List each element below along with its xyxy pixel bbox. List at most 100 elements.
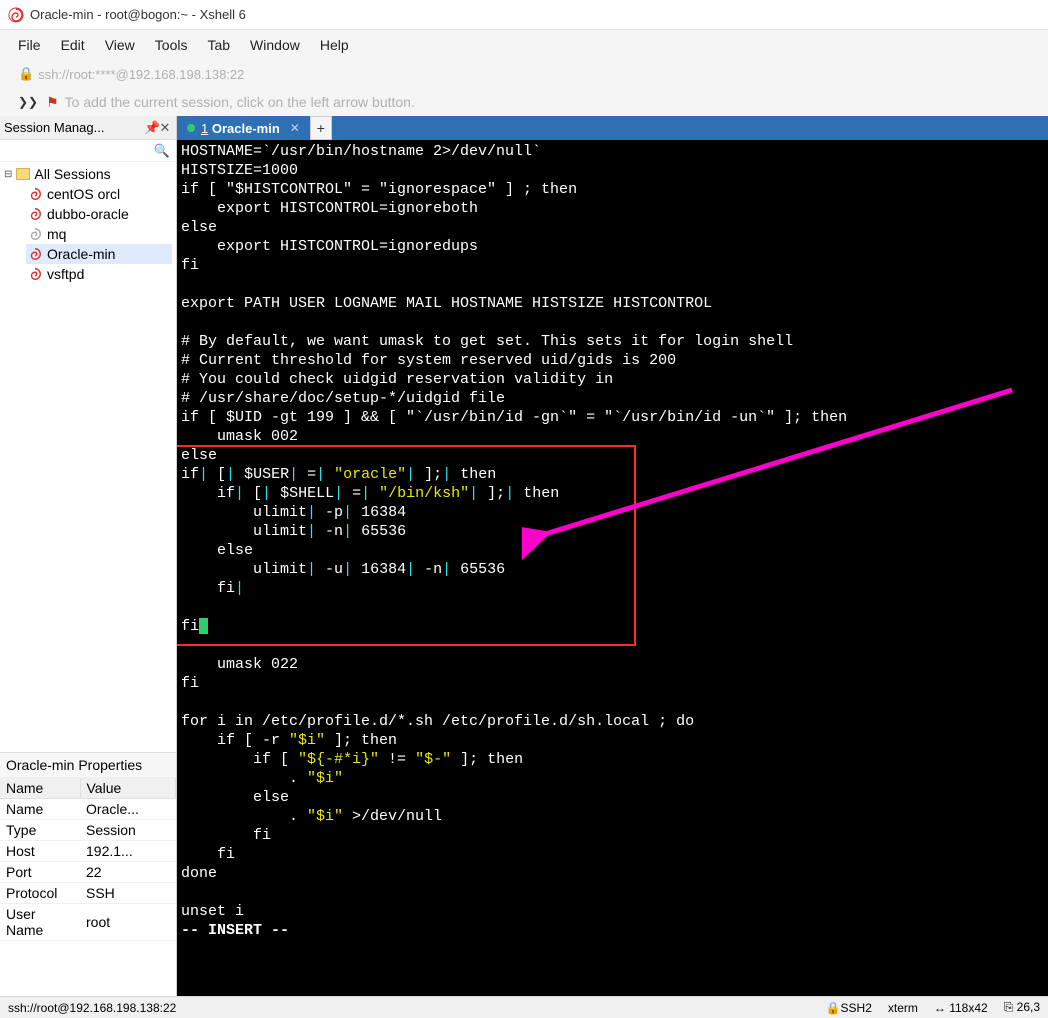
property-row: TypeSession [0,820,176,841]
properties-table: Name Value NameOracle...TypeSessionHost1… [0,778,176,941]
terminal[interactable]: HOSTNAME=`/usr/bin/hostname 2>/dev/null`… [177,140,1048,996]
expand-icon[interactable]: ⊟ [4,169,12,180]
session-icon [28,187,42,201]
terminal-line [181,275,1044,294]
status-pos: 26,3 [1017,1000,1040,1014]
terminal-line: else [181,218,1044,237]
terminal-line: if| [| $SHELL| =| "/bin/ksh"| ];| then [181,484,1044,503]
status-dot-icon [187,124,195,132]
tree-root[interactable]: ⊟ All Sessions [4,166,172,182]
terminal-line: # By default, we want umask to get set. … [181,332,1044,351]
terminal-line: export PATH USER LOGNAME MAIL HOSTNAME H… [181,294,1044,313]
terminal-line: if| [| $USER| =| "oracle"| ];| then [181,465,1044,484]
content-area: 1 Oracle-min ✕ + HOSTNAME=`/usr/bin/host… [177,116,1048,996]
terminal-line: fi| [181,579,1044,598]
terminal-line: fi [181,845,1044,864]
prop-value: SSH [80,883,176,904]
prop-value: root [80,904,176,941]
terminal-line: ulimit| -u| 16384| -n| 65536 [181,560,1044,579]
tipbar: ❯❯ ⚑ To add the current session, click o… [0,88,1048,116]
window-title: Oracle-min - root@bogon:~ - Xshell 6 [30,7,246,22]
tabs: 1 Oracle-min ✕ + [177,116,1048,140]
panel-title: Session Manag... [4,120,144,135]
menu-view[interactable]: View [105,37,135,53]
terminal-line [181,313,1044,332]
terminal-line: . "$i" [181,769,1044,788]
menubar: File Edit View Tools Tab Window Help [0,30,1048,60]
cursor [199,618,208,634]
tab-number: 1 [201,121,208,136]
property-row: Port22 [0,862,176,883]
titlebar: Oracle-min - root@bogon:~ - Xshell 6 [0,0,1048,30]
tab-oracle-min[interactable]: 1 Oracle-min ✕ [177,116,310,140]
property-row: User Nameroot [0,904,176,941]
prop-name: Protocol [0,883,80,904]
close-panel-icon[interactable]: ✕ [158,120,172,136]
prop-header-value: Value [80,778,176,799]
menu-help[interactable]: Help [320,37,349,53]
terminal-line: export HISTCONTROL=ignoreboth [181,199,1044,218]
status-size: 118x42 [949,1001,987,1015]
terminal-line: ulimit| -n| 65536 [181,522,1044,541]
session-item[interactable]: centOS orcl [26,184,172,204]
terminal-line: fi [181,617,1044,636]
tip-text: To add the current session, click on the… [65,94,415,110]
terminal-line: umask 002 [181,427,1044,446]
terminal-line [181,598,1044,617]
session-item[interactable]: vsftpd [26,264,172,284]
session-item[interactable]: mq [26,224,172,244]
address-url: ssh://root:****@192.168.198.138:22 [38,67,244,82]
session-item[interactable]: Oracle-min [26,244,172,264]
prop-value: Oracle... [80,799,176,820]
folder-icon [16,168,30,180]
session-label: mq [47,226,66,242]
statusbar: ssh://root@192.168.198.138:22 🔒SSH2 xter… [0,996,1048,1018]
prop-name: Type [0,820,80,841]
session-search[interactable]: 🔍 [0,140,176,162]
properties-panel: Oracle-min Properties Name Value NameOra… [0,752,176,941]
property-row: Host192.1... [0,841,176,862]
session-icon [28,227,42,241]
session-panel-header: Session Manag... 📌 ✕ [0,116,176,140]
addressbar[interactable]: 🔒 ssh://root:****@192.168.198.138:22 [0,60,1048,88]
prop-name: Port [0,862,80,883]
menu-tools[interactable]: Tools [155,37,188,53]
session-label: dubbo-oracle [47,206,129,222]
property-row: ProtocolSSH [0,883,176,904]
session-item[interactable]: dubbo-oracle [26,204,172,224]
status-ssh: SSH2 [841,1001,872,1015]
terminal-line: -- INSERT -- [181,921,1044,940]
tab-add-button[interactable]: + [310,116,332,140]
menu-window[interactable]: Window [250,37,300,53]
prop-name: Name [0,799,80,820]
menu-tab[interactable]: Tab [207,37,230,53]
prop-value: Session [80,820,176,841]
status-left: ssh://root@192.168.198.138:22 [8,1001,176,1015]
session-icon [28,267,42,281]
session-icon [28,247,42,261]
terminal-line: unset i [181,902,1044,921]
root-label: All Sessions [34,166,110,182]
prop-name: Host [0,841,80,862]
session-icon [28,207,42,221]
terminal-line: for i in /etc/profile.d/*.sh /etc/profil… [181,712,1044,731]
chevron-icon[interactable]: ❯❯ [18,95,38,109]
search-icon: 🔍 [154,143,170,159]
terminal-line: else [181,541,1044,560]
menu-edit[interactable]: Edit [61,37,85,53]
session-label: Oracle-min [47,246,115,262]
terminal-line: # You could check uidgid reservation val… [181,370,1044,389]
menu-file[interactable]: File [18,37,41,53]
lock-icon: 🔒 [826,1001,841,1015]
tab-close-icon[interactable]: ✕ [290,121,300,135]
terminal-line: export HISTCONTROL=ignoredups [181,237,1044,256]
terminal-line: HISTSIZE=1000 [181,161,1044,180]
terminal-line: # Current threshold for system reserved … [181,351,1044,370]
terminal-line: if [ "${-#*i}" != "$-" ]; then [181,750,1044,769]
flag-icon: ⚑ [46,94,59,111]
terminal-line [181,693,1044,712]
session-tree[interactable]: ⊟ All Sessions centOS orcl dubbo-oracle mq… [0,162,176,752]
terminal-line: ulimit| -p| 16384 [181,503,1044,522]
terminal-line: else [181,446,1044,465]
pin-icon[interactable]: 📌 [144,120,158,136]
